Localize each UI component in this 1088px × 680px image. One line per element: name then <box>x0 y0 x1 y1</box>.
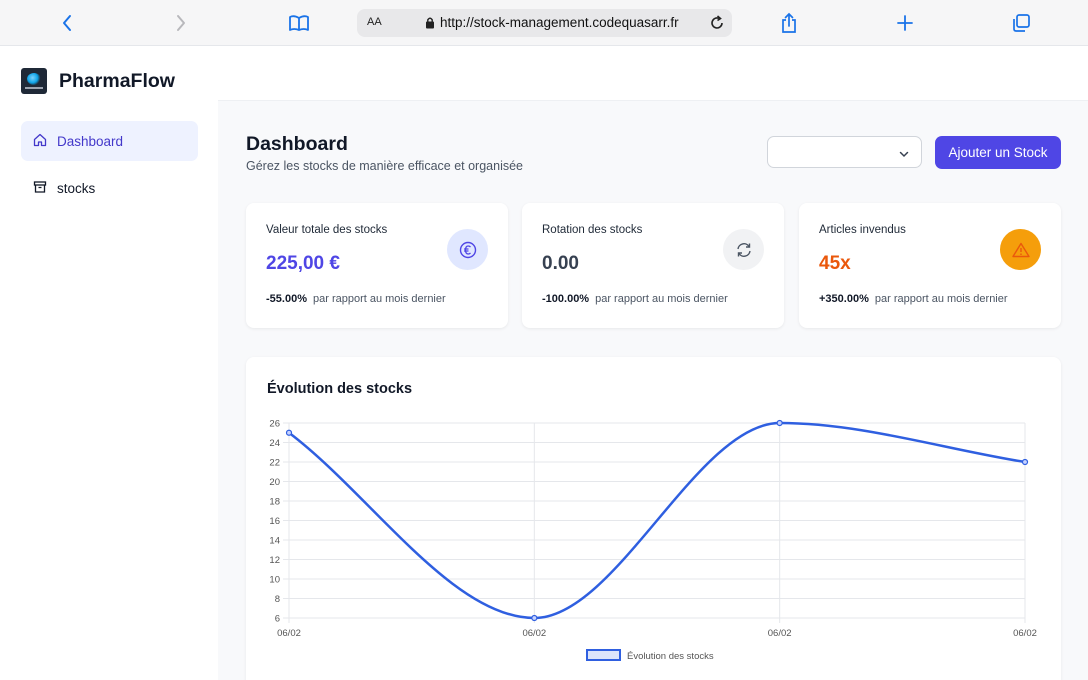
browser-toolbar: AA http://stock-management.codequasarr.f… <box>0 0 1088 46</box>
card-change: -100.00% <box>542 293 590 305</box>
url-text: http://stock-management.codequasarr.fr <box>440 15 679 30</box>
card-note: par rapport au mois dernier <box>312 293 446 305</box>
data-point <box>1021 458 1029 466</box>
y-tick-label: 8 <box>275 594 280 605</box>
add-stock-button[interactable]: Ajouter un Stock <box>935 136 1061 169</box>
warning-icon <box>1000 229 1041 270</box>
sidebar-item-label: Dashboard <box>57 133 124 149</box>
tabs-icon[interactable] <box>1006 8 1036 38</box>
data-point <box>531 614 538 622</box>
euro-icon <box>447 229 488 270</box>
card-change: +350.00% <box>819 293 869 305</box>
kpi-card-stock-value: Valeur totale des stocks 225,00 € -55.00… <box>246 203 508 328</box>
x-tick-label: 06/02 <box>277 628 301 639</box>
stock-evolution-chart-card: Évolution des stocks 6 8 10 12 14 16 18 20 22 24 2… <box>246 357 1061 680</box>
kpi-card-rotation: Rotation des stocks 0.00 -100.00% par rap… <box>522 203 784 328</box>
page-title: Dashboard <box>246 133 348 155</box>
brand-name: PharmaFlow <box>59 69 175 92</box>
y-tick-label: 24 <box>269 438 280 449</box>
text-size-button[interactable]: AA <box>367 16 382 28</box>
card-change: -55.00% <box>266 293 307 305</box>
share-icon[interactable] <box>774 8 804 38</box>
brand[interactable]: PharmaFlow <box>21 68 175 94</box>
data-point <box>285 429 293 436</box>
back-icon[interactable] <box>52 8 82 38</box>
card-title: Articles invendus <box>819 224 906 236</box>
x-tick-label: 06/02 <box>1013 628 1037 639</box>
card-title: Rotation des stocks <box>542 224 643 236</box>
card-footer: -100.00% par rapport au mois dernier <box>542 293 728 305</box>
address-bar[interactable]: AA http://stock-management.codequasarr.f… <box>357 9 732 37</box>
lock-icon <box>425 16 435 34</box>
plus-icon[interactable] <box>890 8 920 38</box>
sidebar-item-stocks[interactable]: stocks <box>21 168 198 208</box>
sidebar-item-dashboard[interactable]: Dashboard <box>21 121 198 161</box>
data-point <box>776 419 783 427</box>
card-value: 45x <box>819 253 851 274</box>
refresh-icon <box>723 229 764 270</box>
stock-evolution-chart: 6 8 10 12 14 16 18 20 22 24 26 06/02 06/02 06/02 06/02… <box>269 419 1037 663</box>
card-footer: +350.00% par rapport au mois dernier <box>819 293 1008 305</box>
legend-label: Évolution des stocks <box>627 651 714 662</box>
page-subtitle: Gérez les stocks de manière efficace et … <box>246 159 523 173</box>
kpi-card-unsold: Articles invendus 45x +350.00% par rappor… <box>799 203 1061 328</box>
archive-icon <box>33 180 47 197</box>
home-icon <box>33 133 47 150</box>
y-tick-label: 14 <box>269 536 280 547</box>
card-note: par rapport au mois dernier <box>874 293 1008 305</box>
x-tick-label: 06/02 <box>522 628 546 639</box>
card-title: Valeur totale des stocks <box>266 224 388 236</box>
y-tick-label: 22 <box>269 458 280 469</box>
y-tick-label: 10 <box>269 575 280 586</box>
y-tick-label: 20 <box>269 477 280 488</box>
y-tick-label: 16 <box>269 516 280 527</box>
chevron-down-icon <box>898 147 910 165</box>
card-value: 0.00 <box>542 253 579 274</box>
y-tick-label: 26 <box>269 419 280 430</box>
card-note: par rapport au mois dernier <box>595 293 728 305</box>
card-value: 225,00 € <box>266 253 340 274</box>
forward-icon[interactable] <box>166 8 196 38</box>
book-icon[interactable] <box>284 8 314 38</box>
sidebar: PharmaFlow Dashboard stocks <box>0 46 218 680</box>
top-header <box>218 46 1088 101</box>
reload-icon[interactable] <box>708 14 726 37</box>
logo <box>21 68 47 94</box>
period-select[interactable] <box>767 136 922 168</box>
legend-swatch <box>586 649 621 661</box>
y-tick-label: 18 <box>269 497 280 508</box>
sidebar-item-label: stocks <box>57 180 96 196</box>
y-tick-label: 6 <box>275 614 280 625</box>
y-tick-label: 12 <box>269 555 280 566</box>
x-tick-label: 06/02 <box>768 628 792 639</box>
card-footer: -55.00% par rapport au mois dernier <box>266 293 446 305</box>
